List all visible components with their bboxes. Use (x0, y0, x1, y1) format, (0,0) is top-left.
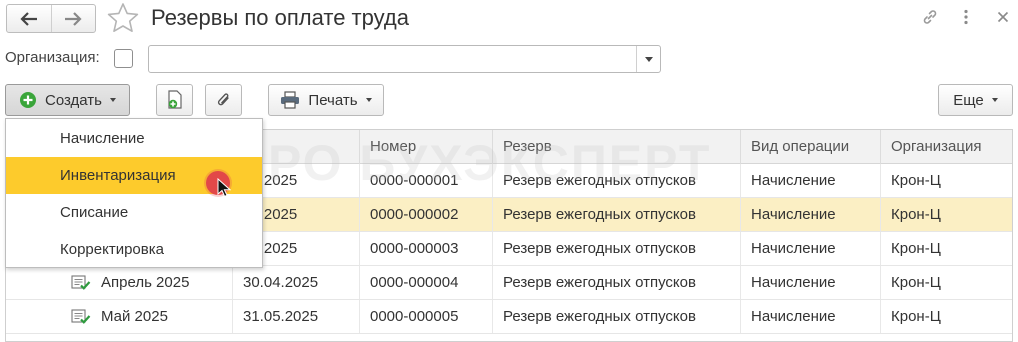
page-title: Резервы по оплате труда (151, 5, 409, 30)
cell-date: 30.04.2025 (232, 266, 359, 299)
column-header-organization[interactable]: Организация (880, 130, 1012, 164)
cell-organization: Крон-Ц (880, 232, 1012, 265)
close-button[interactable] (992, 6, 1014, 28)
paperclip-icon (217, 93, 229, 106)
cell-operation: Начисление (740, 232, 880, 265)
cell-operation: Начисление (740, 266, 880, 299)
navigation-buttons (6, 4, 96, 33)
create-button-label: Создать (44, 91, 102, 109)
attach-file-button[interactable] (205, 84, 242, 116)
more-actions-button[interactable] (955, 6, 977, 28)
print-button-label: Печать (308, 91, 358, 109)
column-header-number[interactable]: Номер (359, 130, 492, 164)
table-row[interactable]: Апрель 2025 30.04.2025 0000-000004 Резер… (6, 266, 1012, 300)
cell-reserve: Резерв ежегодных отпусков (492, 300, 740, 333)
more-button[interactable]: Еще (938, 84, 1013, 116)
cell-operation: Начисление (740, 300, 880, 333)
create-dropdown-menu: Начисление Инвентаризация Списание Корре… (5, 118, 263, 268)
cell-period: Апрель 2025 (6, 266, 232, 299)
cell-number: 0000-000005 (359, 300, 492, 333)
caret-down-icon (991, 98, 998, 102)
close-icon (997, 11, 1009, 23)
posted-document-icon (71, 309, 91, 324)
cell-operation: Начисление (740, 198, 880, 231)
caret-down-icon (110, 98, 116, 102)
cell-organization: Крон-Ц (880, 266, 1012, 299)
arrow-right-icon (65, 11, 82, 26)
chevron-down-icon (644, 56, 653, 62)
create-button[interactable]: Создать (5, 84, 130, 116)
link-button[interactable] (919, 6, 941, 28)
link-icon (923, 10, 937, 24)
cell-period: Май 2025 (6, 300, 232, 333)
back-button[interactable] (7, 5, 51, 32)
document-add-icon (167, 90, 182, 109)
column-header-reserve[interactable]: Резерв (492, 130, 740, 164)
cell-organization: Крон-Ц (880, 198, 1012, 231)
table-row[interactable]: Май 2025 31.05.2025 0000-000005 Резерв е… (6, 300, 1012, 334)
cell-number: 0000-000003 (359, 232, 492, 265)
cell-reserve: Резерв ежегодных отпусков (492, 164, 740, 197)
cell-organization: Крон-Ц (880, 300, 1012, 333)
cell-organization: Крон-Ц (880, 164, 1012, 197)
forward-button[interactable] (50, 5, 96, 32)
column-header-operation[interactable]: Вид операции (740, 130, 880, 164)
posted-document-icon (71, 275, 91, 290)
star-icon (107, 3, 139, 32)
menu-item-write-off[interactable]: Списание (6, 194, 262, 231)
caret-down-icon (365, 98, 372, 102)
organization-field[interactable] (148, 45, 661, 73)
menu-item-accrual[interactable]: Начисление (6, 120, 262, 157)
organization-label: Организация: (5, 49, 100, 66)
organization-filter-checkbox[interactable] (114, 49, 133, 68)
menu-item-adjustment[interactable]: Корректировка (6, 231, 262, 268)
mouse-pointer-icon (217, 178, 231, 197)
more-button-label: Еще (953, 91, 984, 109)
organization-dropdown-button[interactable] (636, 46, 660, 72)
printer-icon (281, 91, 300, 109)
favorite-button[interactable] (106, 2, 140, 38)
arrow-left-icon (20, 11, 37, 26)
print-button[interactable]: Печать (268, 84, 384, 116)
cell-reserve: Резерв ежегодных отпусков (492, 266, 740, 299)
cell-number: 0000-000004 (359, 266, 492, 299)
cell-date: 31.05.2025 (232, 300, 359, 333)
cell-operation: Начисление (740, 164, 880, 197)
plus-circle-icon (19, 92, 36, 108)
cell-number: 0000-000002 (359, 198, 492, 231)
new-document-button[interactable] (156, 84, 193, 116)
cell-reserve: Резерв ежегодных отпусков (492, 198, 740, 231)
cell-reserve: Резерв ежегодных отпусков (492, 232, 740, 265)
kebab-icon (964, 9, 968, 25)
cell-number: 0000-000001 (359, 164, 492, 197)
